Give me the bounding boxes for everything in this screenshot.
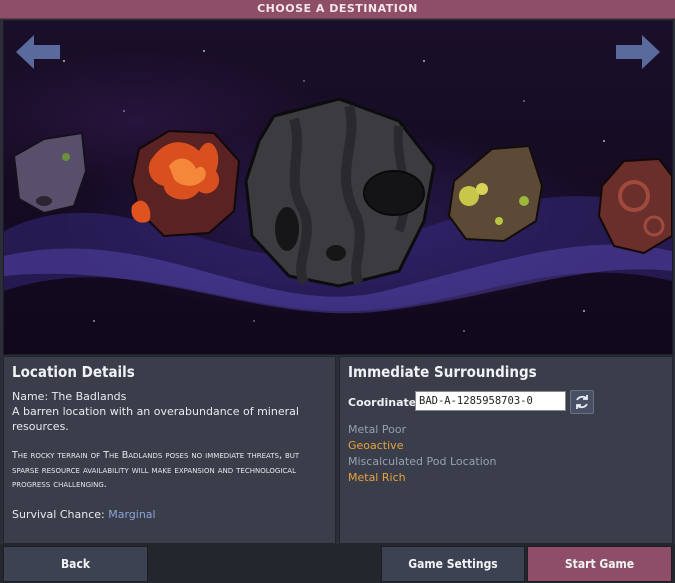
location-name-label: Name: xyxy=(12,390,49,403)
back-button[interactable]: Back xyxy=(3,546,148,582)
asteroid-volcanic[interactable] xyxy=(130,129,241,238)
coordinates-input[interactable]: BAD-A-1285958703-0 xyxy=(415,391,566,411)
trait-geoactive: Geoactive xyxy=(348,439,404,452)
survival-chance: Survival Chance: Marginal xyxy=(12,507,156,522)
asteroid-the-badlands[interactable] xyxy=(244,97,436,288)
location-details-heading: Location Details xyxy=(12,363,135,381)
asteroid-mossy[interactable] xyxy=(447,144,544,243)
trait-miscalculated-pod-location: Miscalculated Pod Location xyxy=(348,455,497,468)
previous-destination-button[interactable] xyxy=(12,31,64,73)
asteroid-carousel[interactable] xyxy=(3,20,673,355)
location-details-panel: Location Details Name: The Badlands A ba… xyxy=(3,356,336,544)
location-name: Name: The Badlands xyxy=(12,389,126,404)
location-description: The rocky terrain of The Badlands poses … xyxy=(12,450,300,490)
game-settings-button[interactable]: Game Settings xyxy=(381,546,525,582)
location-name-value: The Badlands xyxy=(51,390,127,403)
surroundings-panel: Immediate Surroundings Coordinates: BAD-… xyxy=(339,356,673,544)
asteroid-scene xyxy=(4,50,672,332)
arrow-right-icon xyxy=(616,35,660,69)
asteroid-far-right[interactable] xyxy=(597,157,672,255)
refresh-icon xyxy=(576,395,588,409)
surroundings-heading: Immediate Surroundings xyxy=(348,363,537,381)
start-game-button[interactable]: Start Game xyxy=(527,546,672,582)
trait-metal-rich: Metal Rich xyxy=(348,471,406,484)
location-summary: A barren location with an overabundance … xyxy=(12,405,299,433)
reroll-coordinates-button[interactable] xyxy=(570,390,594,414)
next-destination-button[interactable] xyxy=(612,31,664,73)
arrow-left-icon xyxy=(16,35,60,69)
survival-label: Survival Chance: xyxy=(12,508,105,521)
trait-metal-poor: Metal Poor xyxy=(348,423,407,436)
asteroid-far-left[interactable] xyxy=(12,131,88,215)
survival-value: Marginal xyxy=(108,508,156,521)
window-title: CHOOSE A DESTINATION xyxy=(0,0,675,19)
